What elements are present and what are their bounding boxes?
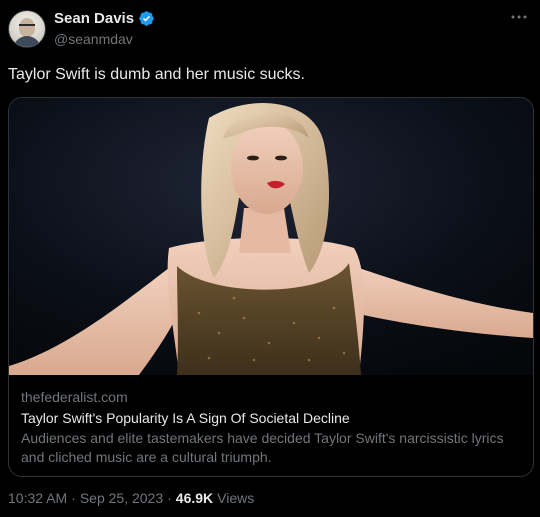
author-display-name[interactable]: Sean Davis (54, 10, 134, 27)
ellipsis-icon (511, 15, 527, 19)
more-icon[interactable] (510, 12, 528, 20)
card-meta: thefederalist.com Taylor Swift's Popular… (21, 388, 521, 467)
separator: · (167, 490, 172, 506)
card-domain: thefederalist.com (21, 389, 128, 405)
tweet: Sean Davis @seanmdav Taylor Swift is dum… (0, 0, 540, 517)
card-description: Audiences and elite tastemakers have dec… (21, 430, 504, 465)
avatar-glasses (19, 24, 35, 30)
card-title[interactable]: Taylor Swift's Popularity Is A Sign Of S… (21, 409, 521, 427)
verified-badge-icon (139, 11, 154, 26)
views-label: Views (217, 490, 255, 506)
avatar[interactable] (8, 10, 46, 48)
tweet-text: Taylor Swift is dumb and her music sucks… (8, 66, 305, 83)
author-handle[interactable]: @seanmdav (54, 31, 133, 47)
card-image[interactable] (9, 98, 533, 375)
separator: · (71, 490, 76, 506)
tweet-time[interactable]: 10:32 AM (8, 490, 67, 506)
card-photo (9, 98, 533, 375)
views-count[interactable]: 46.9K (176, 490, 213, 506)
author-name-row: Sean Davis (54, 10, 155, 27)
link-preview-card[interactable]: thefederalist.com Taylor Swift's Popular… (8, 97, 534, 477)
avatar-shirt (13, 36, 41, 47)
tweet-footer: 10:32 AM · Sep 25, 2023 · 46.9K Views (8, 490, 254, 506)
tweet-date[interactable]: Sep 25, 2023 (80, 490, 163, 506)
